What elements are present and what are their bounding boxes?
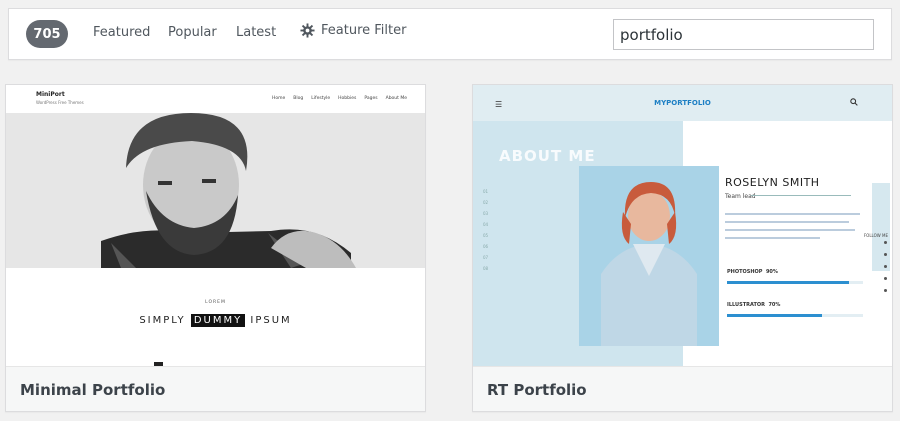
preview-skill-label: ILLUSTRATOR 70% [727, 302, 780, 308]
skill-value: 70% [768, 302, 781, 308]
preview-about-heading: ABOUT ME [499, 147, 596, 165]
preview-menu-item: About Me [385, 96, 407, 101]
theme-filter-bar: 705 Featured Popular Latest Feature Filt… [8, 8, 892, 60]
timeline-item: 03 [483, 211, 489, 216]
timeline-item: 07 [483, 255, 489, 260]
profile-photo [579, 166, 719, 346]
nav-latest[interactable]: Latest [236, 25, 276, 40]
timeline-item: 01 [483, 189, 489, 194]
theme-screenshot[interactable]: ☰ MYPORTFOLIO ABOUT ME 01 02 03 04 05 06… [473, 85, 892, 366]
skill-label: PHOTOSHOP [727, 269, 763, 275]
preview-skill-bar [727, 314, 863, 317]
hero-photo [6, 113, 425, 268]
theme-count-badge: 705 [26, 20, 68, 48]
preview-logo: MYPORTFOLIO [654, 99, 711, 107]
preview-lorem: LOREM [205, 300, 226, 305]
theme-screenshot[interactable]: MiniPort WordPress Free Themes Home Blog… [6, 85, 425, 366]
preview-menu-item: Home [271, 96, 286, 101]
preview-menu-item: Hobbies [338, 96, 357, 101]
preview-tagline: WordPress Free Themes [36, 100, 84, 105]
preview-title: SIMPLY DUMMY IPSUM [6, 314, 425, 327]
timeline-item: 02 [483, 200, 489, 205]
feature-filter-label: Feature Filter [321, 23, 407, 38]
preview-title-highlight: DUMMY [190, 314, 246, 327]
preview-divider [751, 195, 851, 196]
skill-bar-fill [727, 314, 823, 317]
theme-search-input[interactable] [613, 19, 874, 50]
preview-skill-bar [727, 281, 863, 284]
social-icon [884, 241, 887, 244]
theme-name[interactable]: Minimal Portfolio [20, 381, 165, 399]
theme-card[interactable]: ☰ MYPORTFOLIO ABOUT ME 01 02 03 04 05 06… [472, 84, 893, 412]
skill-value: 90% [765, 269, 778, 275]
preview-menu: Home Blog Lifestyle Hobbies Pages About … [272, 96, 407, 101]
preview-title-b: IPSUM [250, 315, 292, 326]
preview-person-name: ROSELYN SMITH [725, 176, 820, 189]
social-icon [884, 265, 887, 268]
skill-bar-fill [727, 281, 850, 284]
theme-card[interactable]: MiniPort WordPress Free Themes Home Blog… [5, 84, 426, 412]
theme-name[interactable]: RT Portfolio [487, 381, 587, 399]
preview-follow-label: FOLLOW ME [863, 233, 888, 238]
preview-title-a: SIMPLY [139, 315, 186, 326]
preview-menu-item: Blog [293, 96, 304, 101]
preview-body: ABOUT ME 01 02 03 04 05 06 07 08 ROSELYN… [473, 121, 892, 366]
preview-social-panel [872, 183, 890, 271]
preview-logo: MiniPort [36, 91, 65, 98]
timeline-item: 08 [483, 266, 489, 271]
social-icon [884, 289, 887, 292]
social-icon [884, 253, 887, 256]
timeline-item: 04 [483, 222, 489, 227]
theme-card-footer: RT Portfolio [473, 366, 892, 411]
feature-filter-button[interactable]: Feature Filter [300, 23, 406, 38]
timeline-item: 06 [483, 244, 489, 249]
timeline-item: 05 [483, 233, 489, 238]
gear-icon [300, 23, 315, 38]
preview-timeline: 01 02 03 04 05 06 07 08 [483, 189, 488, 271]
social-icon [884, 277, 887, 280]
preview-menu-item: Lifestyle [311, 96, 331, 101]
preview-bio-text [725, 213, 860, 245]
preview-skill-label: PHOTOSHOP 90% [727, 269, 778, 275]
preview-header: ☰ MYPORTFOLIO [473, 85, 892, 121]
skill-label: ILLUSTRATOR [727, 302, 765, 308]
nav-featured[interactable]: Featured [93, 25, 150, 40]
nav-popular[interactable]: Popular [168, 25, 217, 40]
preview-menu-item: Pages [364, 96, 378, 101]
search-icon [850, 98, 858, 106]
theme-card-footer: Minimal Portfolio [6, 366, 425, 411]
